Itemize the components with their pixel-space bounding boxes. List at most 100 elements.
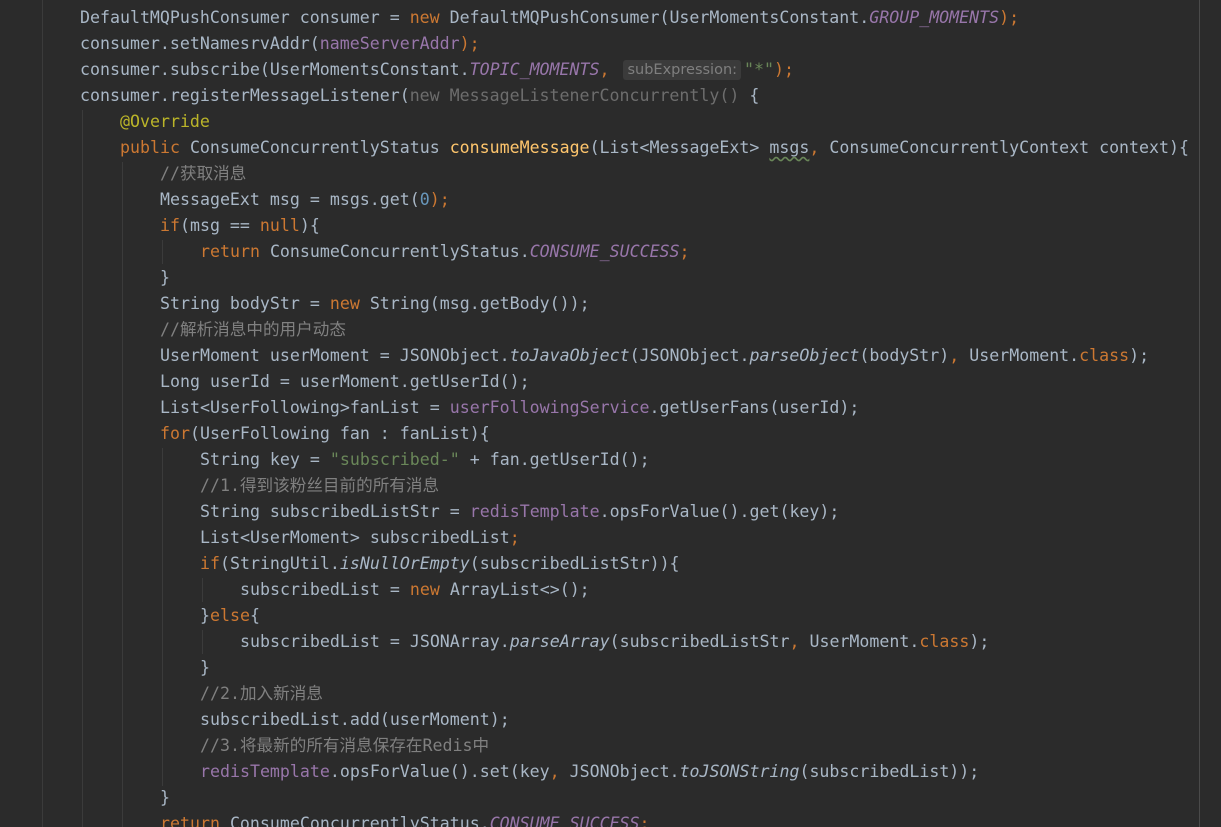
code-token: consumer.subscribe(UserMomentsConstant. <box>80 60 470 79</box>
code-line[interactable]: UserMoment userMoment = JSONObject.toJav… <box>160 343 1149 369</box>
code-line[interactable]: consumer.registerMessageListener(new Mes… <box>80 83 759 109</box>
code-token: ); <box>429 190 450 209</box>
code-token: new MessageListenerConcurrently() <box>409 86 740 105</box>
code-token: .opsForValue().get(key); <box>599 502 840 521</box>
code-token: //1.得到该粉丝目前的所有消息 <box>200 476 440 495</box>
code-token: class <box>919 632 970 651</box>
indent-guide <box>42 0 43 827</box>
code-token: "*" <box>744 60 775 79</box>
code-line[interactable]: return ConsumeConcurrentlyStatus.CONSUME… <box>200 239 690 265</box>
code-token: return <box>160 814 230 827</box>
code-token: @Override <box>120 112 210 131</box>
code-line[interactable]: //1.得到该粉丝目前的所有消息 <box>200 473 439 499</box>
code-line[interactable]: String key = "subscribed-" + fan.getUser… <box>200 447 650 473</box>
code-line[interactable]: public ConsumeConcurrentlyStatus consume… <box>120 135 1189 161</box>
code-token: toJSONString <box>679 762 800 781</box>
code-token: .getUserFans(userId); <box>649 398 860 417</box>
code-line[interactable]: consumer.subscribe(UserMomentsConstant.T… <box>80 57 794 83</box>
code-token: } <box>200 606 210 625</box>
right-margin-guide <box>1199 0 1200 827</box>
code-token: ConsumeConcurrentlyContext context){ <box>829 138 1189 157</box>
code-token: , <box>789 632 810 651</box>
indent-guide <box>162 240 163 264</box>
code-line[interactable]: } <box>200 655 210 681</box>
code-token: nameServerAddr <box>319 34 460 53</box>
code-token: redisTemplate <box>200 762 330 781</box>
code-line[interactable]: List<UserFollowing>fanList = userFollowi… <box>160 395 859 421</box>
code-token: for <box>160 424 190 443</box>
code-token: subscribedList.add(userMoment); <box>200 710 510 729</box>
code-line[interactable]: for(UserFollowing fan : fanList){ <box>160 421 490 447</box>
code-token: UserMoment. <box>969 346 1080 365</box>
code-token: ); <box>774 60 794 79</box>
code-line[interactable]: consumer.setNamesrvAddr(nameServerAddr); <box>80 31 480 57</box>
code-line[interactable]: //解析消息中的用户动态 <box>160 317 346 343</box>
code-token: ); <box>1129 346 1150 365</box>
code-token: userFollowingService <box>449 398 650 417</box>
code-token: (subscribedList)); <box>799 762 980 781</box>
code-token: List<UserFollowing>fanList = <box>160 398 450 417</box>
code-line[interactable]: Long userId = userMoment.getUserId(); <box>160 369 530 395</box>
code-line[interactable]: }else{ <box>200 603 260 629</box>
code-token: { <box>249 606 260 625</box>
code-line[interactable]: } <box>160 785 170 811</box>
code-token: consumer.registerMessageListener( <box>80 86 410 105</box>
code-line[interactable]: } <box>160 265 170 291</box>
code-token: ConsumeConcurrentlyStatus <box>189 138 450 157</box>
code-line[interactable]: //2.加入新消息 <box>200 681 323 707</box>
code-token: (bodyStr) <box>859 346 950 365</box>
code-token: ; <box>509 528 520 547</box>
code-token: public <box>120 138 190 157</box>
code-line[interactable]: if(msg == null){ <box>160 213 320 239</box>
code-line[interactable]: return ConsumeConcurrentlyStatus.CONSUME… <box>160 811 650 827</box>
code-token: } <box>160 788 170 807</box>
code-line[interactable]: String bodyStr = new String(msg.getBody(… <box>160 291 590 317</box>
code-token: .opsForValue().set(key <box>329 762 550 781</box>
code-line[interactable]: MessageExt msg = msgs.get(0); <box>160 187 450 213</box>
code-token: List<UserMoment> subscribedList <box>200 528 510 547</box>
code-token: if <box>160 216 180 235</box>
code-token: MessageExt msg = msgs.get( <box>160 190 420 209</box>
code-line[interactable]: List<UserMoment> subscribedList; <box>200 525 520 551</box>
code-token: UserMoment. <box>809 632 920 651</box>
code-token: DefaultMQPushConsumer(UserMomentsConstan… <box>449 8 870 27</box>
code-line[interactable]: if(StringUtil.isNullOrEmpty(subscribedLi… <box>200 551 680 577</box>
code-token: { <box>739 86 760 105</box>
code-line[interactable]: String subscribedListStr = redisTemplate… <box>200 499 839 525</box>
code-token: , <box>599 60 620 79</box>
code-line[interactable]: //获取消息 <box>160 161 246 187</box>
indent-guide <box>202 630 203 654</box>
code-token: (subscribedListStr <box>609 632 790 651</box>
code-token: ConsumeConcurrentlyStatus. <box>269 242 530 261</box>
code-token: "subscribed-" <box>329 450 460 469</box>
code-token: ); <box>999 8 1020 27</box>
code-line[interactable]: redisTemplate.opsForValue().set(key, JSO… <box>200 759 979 785</box>
indent-guide <box>162 448 163 786</box>
code-token: ; <box>639 814 650 827</box>
code-token: redisTemplate <box>469 502 600 521</box>
code-token: } <box>160 268 170 287</box>
parameter-hint: subExpression: <box>623 60 742 80</box>
code-line[interactable]: //3.将最新的所有消息保存在Redis中 <box>200 733 489 759</box>
code-line[interactable]: @Override <box>120 109 210 135</box>
code-token: TOPIC_MOMENTS <box>469 60 600 79</box>
code-line[interactable]: DefaultMQPushConsumer consumer = new Def… <box>80 5 1019 31</box>
code-line[interactable]: subscribedList = new ArrayList<>(); <box>240 577 590 603</box>
code-editor[interactable]: DefaultMQPushConsumer consumer = new Def… <box>0 0 1221 827</box>
code-token: if <box>200 554 220 573</box>
code-token: DefaultMQPushConsumer consumer = <box>80 8 410 27</box>
code-token: subscribedList = JSONArray. <box>240 632 510 651</box>
code-token: , <box>549 762 570 781</box>
code-token: parseObject <box>749 346 860 365</box>
code-token: (JSONObject. <box>629 346 750 365</box>
code-token: , <box>809 138 830 157</box>
code-token: //2.加入新消息 <box>200 684 323 703</box>
code-token: + fan.getUserId(); <box>459 450 650 469</box>
code-token: } <box>200 658 210 677</box>
code-token: String key = <box>200 450 330 469</box>
code-line[interactable]: subscribedList.add(userMoment); <box>200 707 510 733</box>
code-token: GROUP_MOMENTS <box>869 8 1000 27</box>
code-line[interactable]: subscribedList = JSONArray.parseArray(su… <box>240 629 989 655</box>
code-token: ; <box>679 242 690 261</box>
code-token: (StringUtil. <box>219 554 340 573</box>
